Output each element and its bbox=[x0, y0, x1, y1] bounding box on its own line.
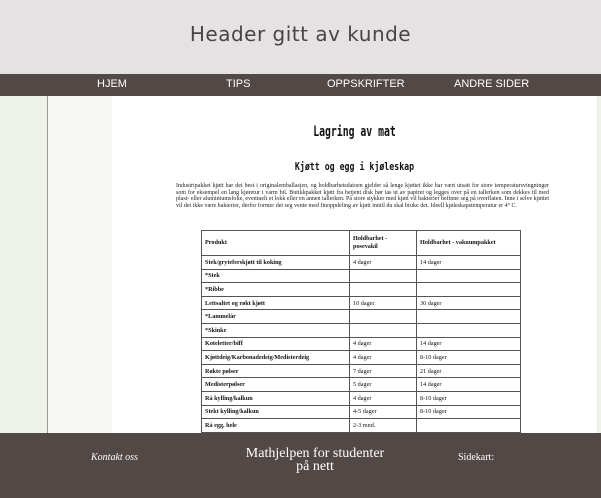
footer-tagline: Mathjelpen for studenter på nett bbox=[215, 447, 415, 474]
table-cell bbox=[416, 418, 521, 433]
table-cell: Rå kylling/kalkun bbox=[201, 390, 350, 406]
table-row: Røkte pølser 7 dager 21 dager bbox=[201, 363, 521, 379]
table-cell: 4-5 dager bbox=[349, 404, 417, 420]
footer-tagline-line2: på nett bbox=[296, 459, 334, 474]
table-cell: 4 dager bbox=[349, 390, 417, 406]
table-cell: Rå egg, hele bbox=[201, 418, 350, 433]
table-cell: Lettsaltet og røkt kjøtt bbox=[201, 295, 350, 311]
table-header-cell: Holdbarhet - vakuumpakket bbox=[416, 230, 521, 256]
table-cell: 4 dager bbox=[349, 350, 417, 365]
table-cell: Røkte pølser bbox=[201, 363, 350, 379]
table-cell: 4 dager bbox=[349, 255, 417, 270]
table-cell: *Ribbe bbox=[201, 282, 350, 297]
table-row: Lettsaltet og røkt kjøtt 10 dager 30 dager bbox=[201, 295, 521, 311]
document-subtitle: Kjøtt og egg i kjøleskap bbox=[294, 160, 415, 173]
table-header-row: Produkt Holdbarhet - posevakil Holdbarhe… bbox=[201, 230, 521, 256]
document-body-text: Industripakket kjøtt har det best i orig… bbox=[176, 183, 549, 209]
table-cell bbox=[416, 309, 521, 324]
table-cell: 8-10 dager bbox=[416, 404, 521, 420]
storage-table: Produkt Holdbarhet - posevakil Holdbarhe… bbox=[201, 230, 521, 433]
table-cell: Stek/gryteferskjøtt til koking bbox=[201, 255, 350, 270]
table-cell: Kjøttdeig/Karbonadedeig/Medisterdeig bbox=[201, 350, 350, 365]
table-row: *Stek bbox=[201, 268, 521, 284]
table-cell: Medisterpølser bbox=[201, 377, 350, 392]
table-cell: 14 dager bbox=[416, 255, 521, 270]
table-row: Stekt kylling/kalkun 4-5 dager 8-10 dager bbox=[201, 404, 521, 420]
table-row: Kjøttdeig/Karbonadedeig/Medisterdeig 4 da… bbox=[201, 350, 521, 365]
table-row: Rå egg, hele 2-3 mnd. bbox=[201, 418, 521, 433]
table-cell: 14 dager bbox=[416, 336, 521, 352]
table-cell: 14 dager bbox=[416, 377, 521, 392]
table-header-cell: Holdbarhet - posevakil bbox=[349, 230, 417, 256]
content-area[interactable]: Lagring av mat Kjøtt og egg i kjøleskap … bbox=[47, 96, 597, 433]
nav-item-hjem[interactable]: HJEM bbox=[97, 78, 127, 90]
table-cell bbox=[349, 282, 417, 297]
table-cell bbox=[416, 268, 521, 284]
table-row: *Skinke bbox=[201, 322, 521, 338]
document-page: Lagring av mat Kjøtt og egg i kjøleskap … bbox=[112, 96, 597, 433]
table-cell bbox=[349, 268, 417, 284]
table-row: *Lammelår bbox=[201, 309, 521, 324]
main-nav: HJEM TIPS OPPSKRIFTER ANDRE SIDER bbox=[0, 74, 601, 96]
table-row: Koteletter/biff 4 dager 14 dager bbox=[201, 336, 521, 352]
table-cell: 5 dager bbox=[349, 377, 417, 392]
site-header: Header gitt av kunde bbox=[0, 0, 601, 74]
table-row: Medisterpølser 5 dager 14 dager bbox=[201, 377, 521, 392]
table-cell: 4 dager bbox=[349, 336, 417, 352]
site-footer: Kontakt oss Mathjelpen for studenter på … bbox=[0, 433, 601, 498]
header-title: Header gitt av kunde bbox=[189, 22, 412, 46]
table-cell bbox=[416, 322, 521, 338]
table-cell bbox=[349, 309, 417, 324]
table-cell: 8-10 dager bbox=[416, 390, 521, 406]
nav-item-tips[interactable]: TIPS bbox=[226, 78, 250, 90]
document-title: Lagring av mat bbox=[313, 124, 396, 140]
nav-item-andre-sider[interactable]: ANDRE SIDER bbox=[454, 78, 529, 90]
table-cell: *Stek bbox=[201, 268, 350, 284]
table-cell: Stekt kylling/kalkun bbox=[201, 404, 350, 420]
table-row: Rå kylling/kalkun 4 dager 8-10 dager bbox=[201, 390, 521, 406]
left-margin bbox=[0, 96, 47, 433]
table-cell: 10 dager bbox=[349, 295, 417, 311]
table-header-cell: Produkt bbox=[201, 230, 350, 256]
table-cell: *Skinke bbox=[201, 322, 350, 338]
table-cell: 7 dager bbox=[349, 363, 417, 379]
table-row: Stek/gryteferskjøtt til koking 4 dager 14 … bbox=[201, 255, 521, 270]
table-cell: 21 dager bbox=[416, 363, 521, 379]
contact-link[interactable]: Kontakt oss bbox=[91, 452, 138, 463]
table-cell bbox=[416, 282, 521, 297]
table-cell: *Lammelår bbox=[201, 309, 350, 324]
table-cell: Koteletter/biff bbox=[201, 336, 350, 352]
sitemap-label: Sidekart: bbox=[458, 452, 495, 463]
table-cell bbox=[349, 322, 417, 338]
table-row: *Ribbe bbox=[201, 282, 521, 297]
table-cell: 30 dager bbox=[416, 295, 521, 311]
table-cell: 8-10 dager bbox=[416, 350, 521, 365]
table-cell: 2-3 mnd. bbox=[349, 418, 417, 433]
nav-item-oppskrifter[interactable]: OPPSKRIFTER bbox=[327, 78, 405, 90]
